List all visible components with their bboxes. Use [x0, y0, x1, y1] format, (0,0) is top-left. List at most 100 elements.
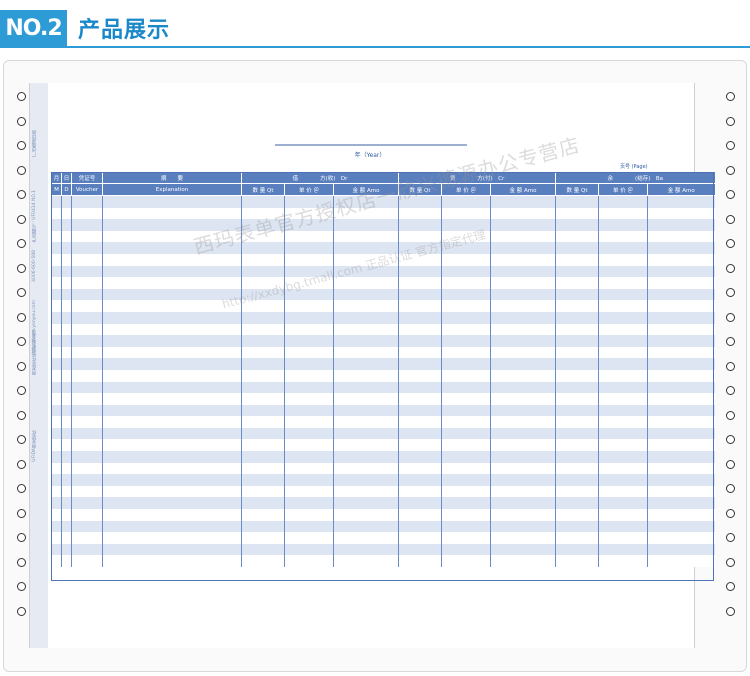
- ledger-cell: [51, 381, 62, 394]
- ledger-cell: [555, 253, 599, 266]
- ledger-cell: [598, 277, 648, 289]
- ledger-cell: [61, 311, 72, 324]
- ledger-cell: [284, 369, 334, 382]
- ledger-cell: [398, 520, 442, 533]
- ledger-cell: [490, 462, 556, 475]
- ledger-cell: [598, 381, 648, 394]
- header-debit-price: 单 价 ＠: [284, 183, 334, 196]
- ledger-cell: [398, 404, 442, 417]
- tractor-hole: [726, 190, 735, 199]
- ledger-cell: [71, 451, 103, 463]
- tractor-hole: [726, 288, 735, 297]
- year-underline: [275, 144, 467, 146]
- ledger-cell: [241, 335, 285, 347]
- ledger-cell: [490, 427, 556, 440]
- ledger-cell: [241, 497, 285, 510]
- ledger-cell: [61, 451, 72, 463]
- ledger-cell: [332, 393, 399, 405]
- ledger-cell: [284, 300, 334, 312]
- tractor-hole: [726, 214, 735, 224]
- ledger-cell: [490, 393, 556, 405]
- header-d: D: [61, 183, 72, 196]
- ledger-cell: [61, 265, 72, 278]
- ledger-row: [51, 520, 715, 533]
- ledger-cell: [61, 462, 72, 475]
- ledger-cell: [61, 242, 72, 254]
- ledger-cell: [490, 532, 556, 544]
- ledger-cell: [71, 381, 103, 394]
- ledger-cell: [647, 207, 715, 220]
- ledger-cell: [490, 219, 556, 231]
- header-balance: 余 (结存) Ba: [555, 172, 715, 184]
- ledger-cell: [284, 335, 334, 347]
- ledger-row: [51, 381, 715, 394]
- ledger-cell: [284, 485, 334, 498]
- ledger-cell: [61, 427, 72, 440]
- ledger-cell: [332, 358, 399, 370]
- ledger-cell: [647, 543, 715, 556]
- ledger-cell: [490, 195, 556, 208]
- ledger-cell: [241, 462, 285, 475]
- ledger-cell: [284, 381, 334, 394]
- ledger-cell: [71, 195, 103, 208]
- tractor-hole: [17, 214, 26, 224]
- ledger-row: [51, 230, 715, 243]
- ledger-cell: [398, 497, 442, 510]
- ledger-cell: [398, 543, 442, 556]
- ledger-cell: [598, 219, 648, 231]
- ledger-cell: [102, 439, 242, 452]
- ledger-cell: [398, 439, 442, 452]
- tractor-hole: [17, 484, 26, 493]
- ledger-cell: [647, 381, 715, 394]
- ledger-cell: [555, 277, 599, 289]
- tractor-hole: [17, 435, 26, 444]
- ledger-cell: [241, 265, 285, 278]
- ledger-cell: [61, 207, 72, 220]
- ledger-cell: [51, 358, 62, 370]
- header-explanation: Explanation: [102, 183, 242, 196]
- ledger-cell: [241, 451, 285, 463]
- header-credit-amount: 金 额 Amo: [490, 183, 556, 196]
- ledger-cell: [71, 253, 103, 266]
- stub-line: 广州鑫源印刷: [32, 130, 37, 157]
- ledger-cell: [598, 265, 648, 278]
- ledger-cell: [102, 369, 242, 382]
- header-summary: 摘 要: [102, 172, 242, 184]
- header-day: 日: [61, 172, 72, 184]
- section-number-badge: NO.2: [0, 10, 67, 48]
- ledger-cell: [61, 543, 72, 556]
- ledger-cell: [332, 381, 399, 394]
- ledger-cell: [71, 277, 103, 289]
- tractor-hole: [17, 386, 26, 395]
- ledger-cell: [555, 323, 599, 336]
- ledger-cell: [398, 416, 442, 428]
- ledger-cell: [555, 300, 599, 312]
- year-label: 年（Year）: [354, 152, 386, 159]
- header-debit-qty: 数 量 Qt: [241, 183, 285, 196]
- tractor-hole: [726, 92, 735, 101]
- ledger-cell: [71, 207, 103, 220]
- ledger-cell: [71, 520, 103, 533]
- ledger-cell: [51, 509, 62, 521]
- ledger-cell: [102, 277, 242, 289]
- tractor-hole: [17, 606, 26, 616]
- ledger-cell: [398, 207, 442, 220]
- ledger-cell: [102, 381, 242, 394]
- ledger-cell: [61, 369, 72, 382]
- ledger-cell: [398, 427, 442, 440]
- ledger-cell: [441, 381, 491, 394]
- ledger-cell: [490, 358, 556, 370]
- ledger-row: [51, 439, 715, 452]
- ledger-cell: [555, 230, 599, 243]
- ledger-cell: [490, 300, 556, 312]
- ledger-cell: [598, 358, 648, 370]
- ledger-cell: [398, 485, 442, 498]
- ledger-cell: [102, 358, 242, 370]
- ledger-cell: [598, 393, 648, 405]
- ledger-cell: [598, 416, 648, 428]
- ledger-cell: [61, 393, 72, 405]
- stub-line: 产品编号：UF0414 NO.1: [32, 190, 37, 243]
- ledger-cell: [332, 300, 399, 312]
- ledger-cell: [284, 474, 334, 486]
- ledger-cell: [598, 335, 648, 347]
